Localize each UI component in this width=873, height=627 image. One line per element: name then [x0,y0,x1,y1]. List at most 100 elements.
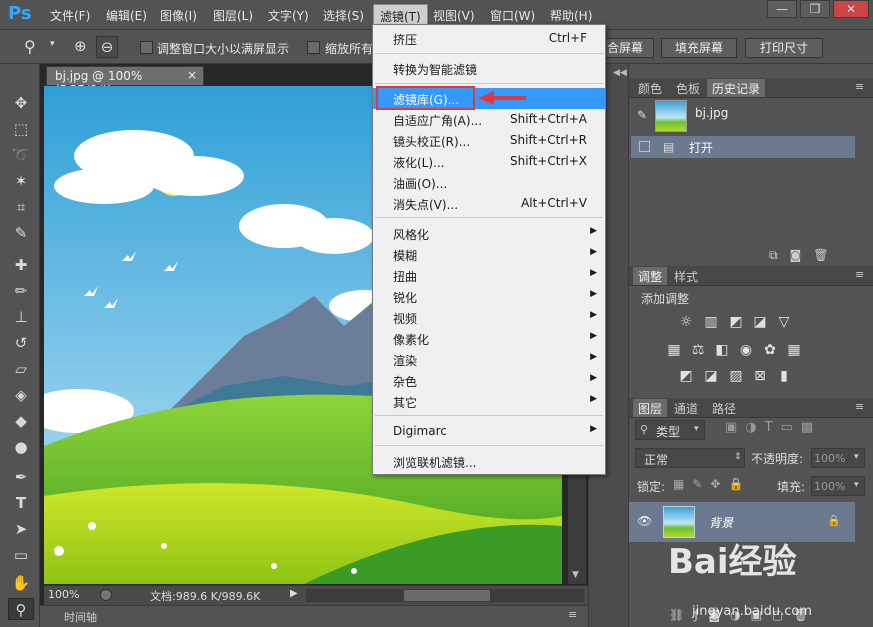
menu-image[interactable]: 图像(I) [160,7,197,24]
photo-filter-icon[interactable]: ◉ [737,342,755,358]
menu-edit[interactable]: 编辑(E) [106,7,147,24]
menu-layer[interactable]: 图层(L) [213,7,253,24]
menu-item-video[interactable]: 视频 ▶ [373,307,605,328]
collapse-arrows-icon[interactable]: ◀◀ [613,68,627,78]
tab-color[interactable]: 颜色 [633,79,667,97]
document-tab-close-icon[interactable]: × [187,68,197,82]
clone-stamp-tool-icon[interactable]: ⊥ [8,306,34,328]
zoom-tool-active-icon[interactable]: ⚲ [8,598,34,620]
hue-saturation-icon[interactable]: ▦ [665,342,683,358]
lock-icons[interactable]: ▦✎✥🔒 [673,477,751,491]
menu-select[interactable]: 选择(S) [323,7,364,24]
timeline-menu-icon[interactable]: ≡ [568,608,577,621]
close-button[interactable]: ✕ [833,0,869,18]
history-footer-icons[interactable]: ⧉◙🗑 [769,248,840,263]
type-tool-icon[interactable]: T [8,492,34,514]
hand-tool-icon[interactable]: ✋ [8,572,34,594]
menu-item-convert-smart-filters[interactable]: 转换为智能滤镜 [373,58,605,79]
brightness-icon[interactable]: ☼ [677,314,695,330]
rectangle-tool-icon[interactable]: ▭ [8,544,34,566]
opacity-input[interactable]: 100% ▾ [811,448,865,468]
timeline-tab[interactable]: 时间轴 [64,609,97,625]
pen-tool-icon[interactable]: ✒ [8,466,34,488]
history-snapshot[interactable]: ✎ bj.jpg [631,98,872,134]
adjustments-menu-icon[interactable]: ≡ [855,268,864,281]
menu-item-pixelate[interactable]: 像素化 ▶ [373,328,605,349]
fill-screen-button[interactable]: 填充屏幕 [661,38,737,58]
zoom-in-icon[interactable]: ⊕ [74,37,87,55]
eraser-tool-icon[interactable]: ▱ [8,358,34,380]
horizontal-scrollbar[interactable] [306,589,584,602]
brush-tool-icon[interactable]: ✏ [8,280,34,302]
layer-filter-icons[interactable]: ▣◑T▭▩ [725,420,821,435]
exposure-icon[interactable]: ◪ [751,314,769,330]
history-brush-tool-icon[interactable]: ↺ [8,332,34,354]
zoom-tool-icon[interactable]: ⚲ [24,37,36,56]
menu-item-stylize[interactable]: 风格化 ▶ [373,223,605,244]
menu-window[interactable]: 窗口(W) [490,7,535,24]
tab-history[interactable]: 历史记录 [707,79,766,97]
print-size-button[interactable]: 打印尺寸 [745,38,823,58]
document-tab[interactable]: bj.jpg @ 100%(RGB/8#) × [46,66,204,97]
black-white-icon[interactable]: ◧ [713,342,731,358]
menu-item-oil-paint[interactable]: 油画(O)... [373,172,605,193]
history-step[interactable]: ▤ 打开 [631,136,855,158]
layer-visibility-eye-icon[interactable]: 👁 [637,514,652,528]
tab-paths[interactable]: 路径 [707,399,741,417]
tab-channels[interactable]: 通道 [669,399,703,417]
menu-item-digimarc[interactable]: Digimarc ▶ [373,421,605,442]
tool-preset-chevron-icon[interactable]: ▾ [50,39,55,49]
posterize-icon[interactable]: ◪ [702,368,720,384]
curves-icon[interactable]: ◩ [727,314,745,330]
menu-type[interactable]: 文字(Y) [268,7,309,24]
restore-button[interactable]: ❐ [800,0,830,18]
lasso-tool-icon[interactable]: ➰ [8,144,34,166]
history-step-checkbox[interactable] [639,141,650,152]
status-menu-arrow-icon[interactable]: ▶ [290,588,298,599]
menu-item-noise[interactable]: 杂色 ▶ [373,370,605,391]
invert-icon[interactable]: ◩ [677,368,695,384]
zoom-level[interactable]: 100% [48,588,79,601]
move-tool-icon[interactable]: ✥ [8,92,34,114]
selective-color-icon[interactable]: ⊠ [751,368,769,384]
menu-item-last-filter[interactable]: 挤压 Ctrl+F [373,28,605,49]
menu-filter[interactable]: 滤镜(T) [373,4,428,26]
paint-bucket-tool-icon[interactable]: ◈ [8,384,34,406]
menu-item-distort[interactable]: 扭曲 ▶ [373,265,605,286]
crop-tool-icon[interactable]: ⌗ [8,196,34,218]
menu-help[interactable]: 帮助(H) [550,7,592,24]
snapshot-brush-icon[interactable]: ✎ [637,108,647,122]
menu-item-vanishing-point[interactable]: 消失点(V)... Alt+Ctrl+V [373,193,605,214]
magic-wand-tool-icon[interactable]: ✶ [8,170,34,192]
menu-item-lens-correction[interactable]: 镜头校正(R)... Shift+Ctrl+R [373,130,605,151]
menu-item-browse-filters-online[interactable]: 浏览联机滤镜... [373,451,605,472]
channel-mixer-icon[interactable]: ✿ [761,342,779,358]
horizontal-scroll-thumb[interactable] [404,590,490,601]
menu-item-other[interactable]: 其它 ▶ [373,391,605,412]
menu-file[interactable]: 文件(F) [50,7,90,24]
tab-styles[interactable]: 样式 [669,267,703,285]
threshold-icon[interactable]: ▨ [727,368,745,384]
menu-item-blur[interactable]: 模糊 ▶ [373,244,605,265]
path-selection-tool-icon[interactable]: ➤ [8,518,34,540]
history-menu-icon[interactable]: ≡ [855,80,864,93]
zoom-out-icon[interactable]: ⊖ [96,36,118,58]
menu-item-sharpen[interactable]: 锐化 ▶ [373,286,605,307]
tab-layers[interactable]: 图层 [633,399,668,417]
share-icon[interactable] [100,589,112,601]
levels-icon[interactable]: ▥ [702,314,720,330]
marquee-tool-icon[interactable]: ⬚ [8,118,34,140]
blend-mode-select[interactable]: 正常 ⇕ [635,448,745,468]
menu-view[interactable]: 视图(V) [433,7,475,24]
scroll-down-icon[interactable]: ▼ [572,570,579,580]
color-balance-icon[interactable]: ⚖ [689,342,707,358]
menu-item-adaptive-wide-angle[interactable]: 自适应广角(A)... Shift+Ctrl+A [373,109,605,130]
menu-item-render[interactable]: 渲染 ▶ [373,349,605,370]
zoom-all-checkbox[interactable] [307,41,320,54]
minimize-button[interactable]: — [767,0,797,18]
color-lookup-icon[interactable]: ▦ [785,342,803,358]
layers-menu-icon[interactable]: ≡ [855,400,864,413]
vibrance-icon[interactable]: ▽ [775,314,793,330]
blur-tool-icon[interactable]: ◆ [8,410,34,432]
resize-window-checkbox[interactable] [140,41,153,54]
